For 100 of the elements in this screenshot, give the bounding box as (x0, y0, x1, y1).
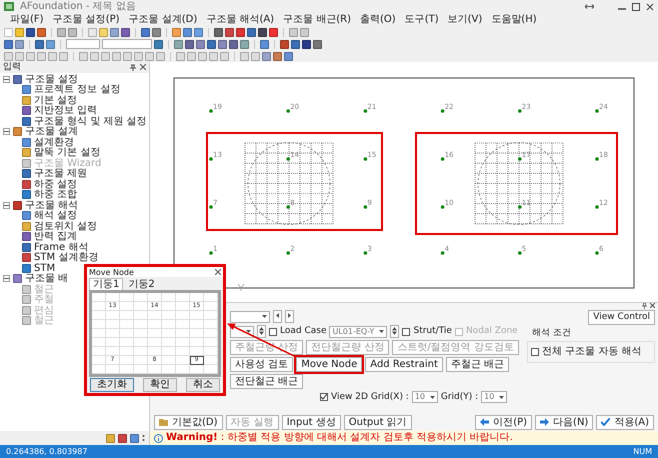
menu-item[interactable]: 도구(T) (404, 14, 439, 26)
tree-item[interactable]: 반력 집계 (34, 231, 78, 242)
nav-button[interactable]: 이전(P) (475, 414, 532, 430)
tile-icon (22, 242, 31, 252)
collapse-icon[interactable] (3, 76, 10, 83)
tile-icon (22, 222, 31, 231)
step-button[interactable] (285, 310, 294, 323)
resize-icon (585, 3, 594, 10)
dialog-button[interactable]: 초기화 (90, 378, 134, 392)
caret-icon (246, 330, 251, 333)
run-button[interactable]: Input 생성 (282, 414, 341, 430)
combo-field[interactable] (102, 39, 152, 49)
dialog-button[interactable]: 취소 (186, 378, 220, 392)
axis-icon (238, 284, 244, 292)
info-icon (154, 434, 163, 442)
tile-icon (22, 158, 31, 168)
dialog-title: Move Node (89, 268, 134, 277)
step-button[interactable] (273, 310, 282, 323)
node-dot (364, 109, 368, 113)
menu-item[interactable]: 출력(O) (360, 14, 396, 26)
action-button[interactable]: Add Restraint (365, 357, 443, 372)
node-dot (286, 251, 290, 255)
action-button[interactable]: 주철근 배근 (446, 357, 510, 372)
tree-item[interactable]: 구조물 설계 (25, 126, 78, 138)
node-dot (440, 157, 444, 161)
tree-item[interactable]: STM 설계환경 (34, 252, 98, 264)
tree-item[interactable]: 구조물 해석 (25, 200, 78, 211)
tab[interactable]: 기둥1 (89, 278, 124, 290)
menu-item[interactable]: 구조물 해석(A) (206, 14, 274, 26)
caret-icon (430, 396, 435, 398)
tile-icon (22, 295, 31, 304)
grid-dropdown[interactable]: 10 (481, 391, 508, 403)
tree-item[interactable]: 구조물 형식 및 제원 설정 (34, 116, 147, 127)
tile-icon (22, 211, 31, 220)
menu-item[interactable]: 파일(F) (10, 14, 44, 26)
tree-item[interactable]: 하중 조합 (34, 189, 78, 200)
tile-icon (13, 127, 22, 136)
caret-icon (499, 396, 504, 398)
tab[interactable]: 기둥2 (124, 278, 159, 290)
tile-icon (22, 253, 31, 262)
dialog-button[interactable]: 확인 (143, 378, 177, 392)
menu-item[interactable]: 구조물 설정(P) (52, 14, 120, 26)
spin-button[interactable] (390, 325, 400, 338)
tree-item[interactable]: 프로젝트 정보 설정 (34, 84, 120, 96)
folder-icon (159, 418, 168, 426)
up-down-icon (259, 326, 264, 335)
tree-item[interactable]: 구조물 제원 (34, 168, 88, 180)
tile-icon (22, 116, 31, 126)
right-triangle-icon (288, 313, 291, 318)
view-control-button[interactable]: View Control (588, 310, 655, 325)
checkbox[interactable] (320, 393, 328, 401)
nav-button[interactable]: 다음(N) (535, 414, 594, 430)
checkbox-label: Nodal Zone (466, 326, 518, 337)
node-dot (518, 251, 522, 255)
tree-item[interactable]: 해석 설정 (34, 210, 78, 222)
tree-item[interactable]: 말뚝 기본 설정 (34, 147, 100, 158)
checkbox[interactable] (531, 348, 539, 356)
menu-item[interactable]: 구조물 배근(R) (283, 14, 352, 26)
collapse-icon[interactable] (3, 202, 10, 209)
tile-icon (22, 180, 31, 189)
run-button[interactable]: 기본값(D) (154, 414, 223, 430)
tree-item[interactable]: 구조물 배 (25, 273, 68, 284)
run-button[interactable]: Output 읽기 (344, 414, 412, 430)
checkbox-label: Strut/Tie (413, 326, 452, 337)
tree-item[interactable]: Frame 해석 (34, 242, 88, 253)
tree-item[interactable]: 설계환경 (34, 136, 74, 148)
action-button[interactable]: 사용성 검토 (230, 357, 294, 372)
checkbox[interactable] (269, 328, 277, 336)
tile-icon (22, 169, 31, 178)
action-button[interactable]: 전단철근 배근 (230, 374, 304, 389)
tile-icon (13, 74, 22, 84)
checkbox-label: Load Case (280, 326, 326, 337)
window-title: AFoundation - 제목 없음 (20, 0, 137, 12)
tree-item[interactable]: STM (34, 262, 56, 274)
tree-item[interactable]: 검토위치 설정 (34, 220, 98, 232)
tree-item[interactable]: 하중 설정 (34, 178, 78, 190)
tile-icon (22, 316, 31, 326)
node-dot (209, 251, 213, 255)
tile-icon (22, 138, 31, 147)
node-dot (286, 157, 290, 161)
action-button[interactable]: Move Node (296, 357, 362, 372)
checkbox[interactable] (402, 328, 410, 336)
tree-item[interactable]: 기본 설정 (34, 94, 78, 106)
panel-title: 입력 (3, 62, 21, 73)
load-case-dropdown[interactable]: UL01-EQ-Y (329, 326, 388, 338)
spin-button[interactable] (257, 325, 266, 338)
check-icon (321, 394, 327, 400)
collapse-icon[interactable] (3, 275, 10, 282)
menu-item[interactable]: 구조물 설계(D) (128, 14, 198, 26)
node-dot (286, 205, 290, 209)
nav-button[interactable]: 적용(A) (596, 414, 654, 430)
tree-item[interactable]: 구조물 설정 (25, 74, 78, 85)
tree-item[interactable]: 지반정보 입력 (34, 105, 98, 116)
menu-item[interactable]: 보기(V) (448, 14, 482, 26)
combo-field[interactable] (66, 39, 100, 49)
menu-item[interactable]: 도움말(H) (491, 14, 537, 26)
collapse-icon[interactable] (3, 128, 10, 136)
caret-icon (379, 330, 384, 333)
check-icon (601, 418, 610, 426)
grid-dropdown[interactable]: 10 (412, 391, 438, 403)
